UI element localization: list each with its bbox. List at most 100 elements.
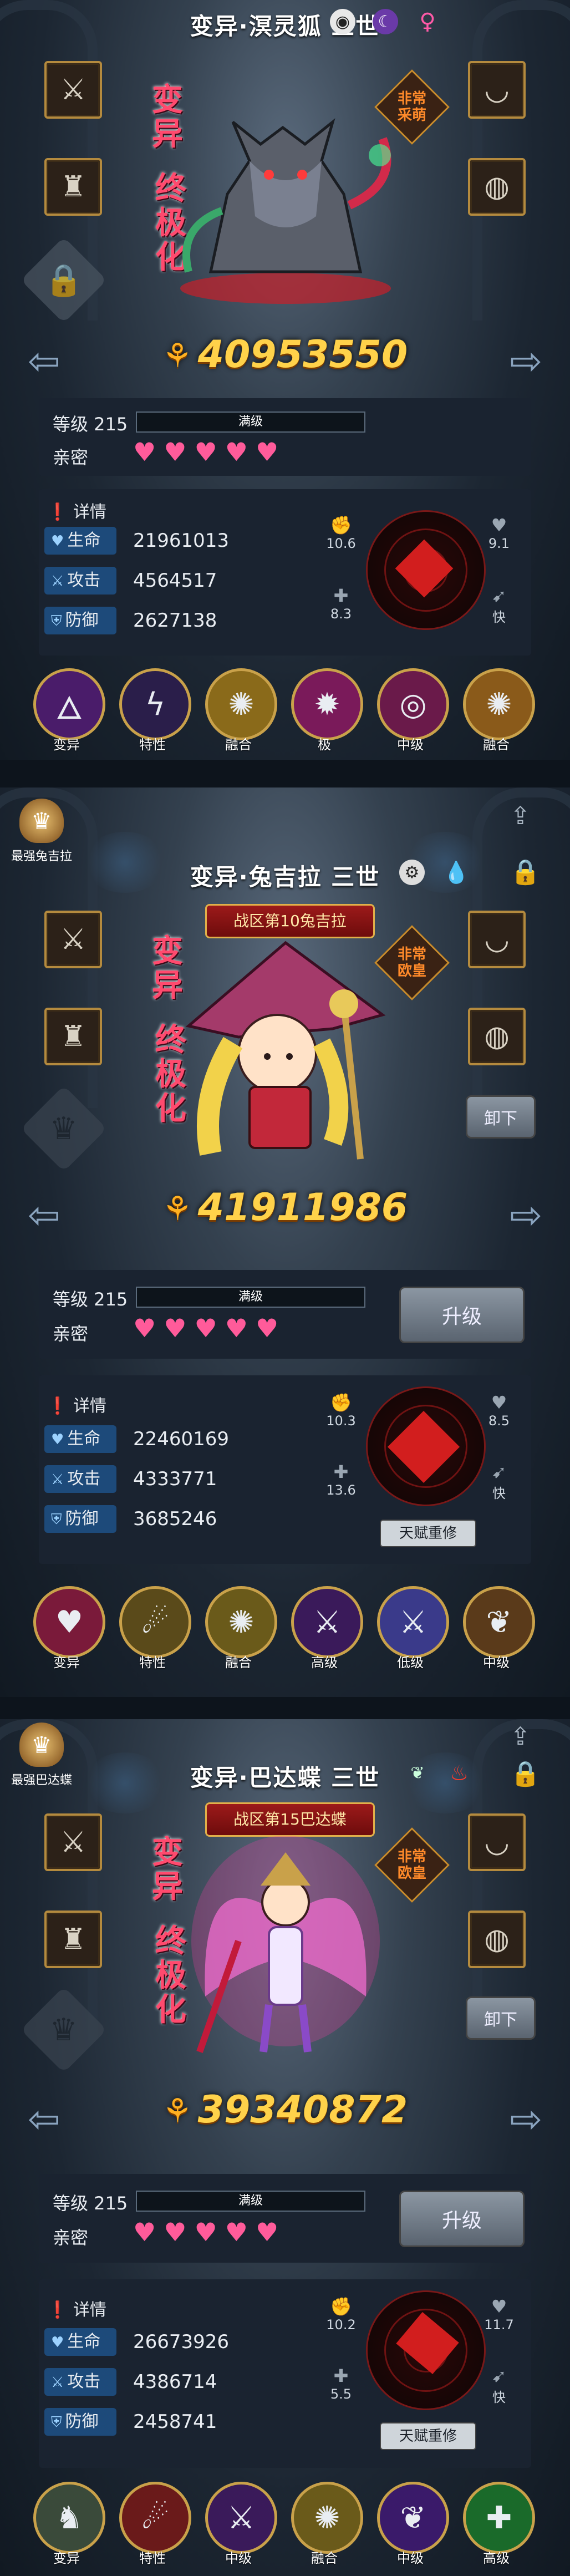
shield-icon: ⛨: [51, 1511, 62, 1528]
equip-slot-armor[interactable]: ♜: [44, 1911, 102, 1968]
claw-icon: ⚔: [60, 73, 86, 106]
skill-row: 🜂 变异 ϟ 特性 ✺ 融合 ✹ 极 ◎ 中级 ✺ 融合: [0, 668, 570, 760]
fire-icon: ✹: [314, 686, 340, 723]
leaf-icon: ❦: [410, 1763, 425, 1783]
skill-mutation[interactable]: 🜂: [33, 668, 105, 740]
skill-label: 变异: [53, 1655, 80, 1670]
stat-def-value: 2627138: [133, 609, 217, 632]
radar-label-tr: ♥ 9.1: [482, 515, 516, 551]
skill-label: 变异: [53, 737, 80, 753]
skill-mid[interactable]: ⚔: [205, 2482, 277, 2554]
claw-icon: ☄: [141, 1604, 170, 1640]
details-link[interactable]: ❗ 详情: [47, 1392, 106, 1416]
skill-trait[interactable]: ☄: [119, 2482, 191, 2554]
strongest-title: ♛ 最强兔吉拉: [11, 799, 72, 864]
skill-fusion[interactable]: ✺: [205, 668, 277, 740]
divider: [0, 760, 570, 787]
lock-icon[interactable]: 🔒: [510, 1759, 541, 1788]
shield-icon: ⛨: [51, 2414, 62, 2431]
radar-label-bl: ✚ 5.5: [324, 2365, 358, 2402]
equip-slot-weapon[interactable]: ⚔: [44, 1813, 102, 1871]
power-icon: ⚘: [162, 1190, 192, 1228]
claw-icon: ☄: [141, 2499, 170, 2536]
equip-slot-armor[interactable]: ♜: [44, 158, 102, 216]
lock-icon[interactable]: 🔒: [510, 857, 541, 886]
stat-hp: ♥ 生命: [44, 527, 116, 555]
share-icon[interactable]: ⇪: [510, 802, 531, 830]
skill-fusion-2[interactable]: ✺: [463, 668, 535, 740]
pet-panel-2: ♛ 最强兔吉拉 ⇪ 变异·兔吉拉 三世 ⚙ 💧 🔒 战区第10兔吉拉 ⚔ ◡ ♜ …: [0, 787, 570, 1697]
skill-label: 特性: [139, 2550, 166, 2566]
combat-power: ⚘ 39340872: [162, 2088, 408, 2132]
heart-icon: ♥: [491, 515, 507, 536]
equip-slot-weapon[interactable]: ⚔: [44, 911, 102, 968]
stat-radar-chart: [366, 2290, 486, 2410]
skill-trait[interactable]: ϟ: [119, 668, 191, 740]
equip-slot-armor[interactable]: ♜: [44, 1008, 102, 1065]
skill-label: 融合: [225, 737, 252, 753]
equip-slot-weapon[interactable]: ⚔: [44, 61, 102, 119]
level-bar: 满级: [136, 411, 365, 433]
skill-mutation[interactable]: ♥: [33, 1586, 105, 1658]
skill-mid[interactable]: ◎: [377, 668, 449, 740]
share-icon[interactable]: ⇪: [510, 1723, 531, 1751]
power-icon: ⚘: [162, 2092, 192, 2131]
pet-character-witch: [185, 941, 386, 1160]
talent-reset-button[interactable]: 天赋重修: [380, 2422, 476, 2450]
fist-icon: ✊: [330, 515, 352, 536]
unload-button[interactable]: 卸下: [466, 1996, 536, 2040]
unload-button[interactable]: 卸下: [466, 1095, 536, 1139]
skill-low[interactable]: ⚔: [377, 1586, 449, 1658]
heart-icon: ♥: [51, 533, 64, 550]
stat-def-value: 2458741: [133, 2411, 217, 2433]
skill-high[interactable]: ✚: [463, 2482, 535, 2554]
equip-slot-accessory[interactable]: ◍: [468, 1911, 526, 1968]
pet-panel-1: 变异·溟灵狐 三世 ◉ ☾ ♀ ⚔ ◡ ♜ ◍ 🔒 变异 终极化 非常采萌 ⇦ …: [0, 0, 570, 760]
beast-icon: ♞: [55, 2499, 84, 2536]
pet-panel-3: ♛ 最强巴达蝶 ⇪ 变异·巴达蝶 三世 ❦ ♨ 🔒 战区第15巴达蝶 ⚔ ◡ ♜ …: [0, 1719, 570, 2576]
armor-icon: ♜: [60, 170, 86, 204]
stat-def: ⛨ 防御: [44, 1505, 116, 1533]
cross-icon: ✚: [333, 1461, 349, 1482]
skill-mid[interactable]: ❦: [463, 1586, 535, 1658]
radar-label-bl: ✚ 8.3: [324, 585, 358, 622]
equip-slot-accessory[interactable]: ◍: [468, 1008, 526, 1065]
upgrade-button[interactable]: 升级: [399, 2191, 525, 2247]
details-link[interactable]: ❗ 详情: [47, 498, 106, 522]
speed-icon: ➹: [491, 585, 507, 606]
stat-hp-value: 26673926: [133, 2331, 230, 2353]
equip-slot-accessory[interactable]: ◍: [468, 158, 526, 216]
claw-icon: ⚔: [60, 923, 86, 956]
skill-mutation[interactable]: ♞: [33, 2482, 105, 2554]
skill-ultimate[interactable]: ✹: [291, 668, 363, 740]
upgrade-button[interactable]: 升级: [399, 1287, 525, 1343]
stat-def: ⛨ 防御: [44, 607, 116, 634]
talent-reset-button[interactable]: 天赋重修: [380, 1520, 476, 1547]
skill-fusion[interactable]: ✺: [291, 2482, 363, 2554]
equip-slot-necklace[interactable]: ◡: [468, 911, 526, 968]
skill-label: 融合: [225, 1655, 252, 1670]
shield-icon: ⛨: [51, 613, 62, 629]
sword-icon: ⚔: [51, 1471, 64, 1488]
info-icon: ❗: [47, 2300, 68, 2320]
stat-atk: ⚔ 攻击: [44, 567, 116, 595]
details-link[interactable]: ❗ 详情: [47, 2296, 106, 2320]
fusion-icon: ✺: [486, 686, 512, 723]
radar-label-tl: ✊ 10.3: [324, 1392, 358, 1429]
claw-icon: ⚔: [60, 1826, 86, 1859]
intimacy-label: 亲密: [53, 447, 89, 468]
level-label: 等级 215: [53, 414, 128, 435]
equip-slot-necklace[interactable]: ◡: [468, 1813, 526, 1871]
speed-icon: ➹: [491, 1461, 507, 1482]
level-bar: 满级: [136, 1287, 365, 1308]
intimacy-hearts: ♥♥♥♥♥: [133, 2217, 287, 2247]
crest-icon: ♛: [19, 799, 64, 843]
skill-trait[interactable]: ☄: [119, 1586, 191, 1658]
cross-icon: ✚: [333, 585, 349, 606]
combat-power: ⚘ 41911986: [162, 1186, 408, 1229]
skill-high[interactable]: ⚔: [291, 1586, 363, 1658]
skill-fusion[interactable]: ✺: [205, 1586, 277, 1658]
orb-icon: ◍: [484, 1020, 510, 1053]
skill-mid-2[interactable]: ❦: [377, 2482, 449, 2554]
equip-slot-necklace[interactable]: ◡: [468, 61, 526, 119]
